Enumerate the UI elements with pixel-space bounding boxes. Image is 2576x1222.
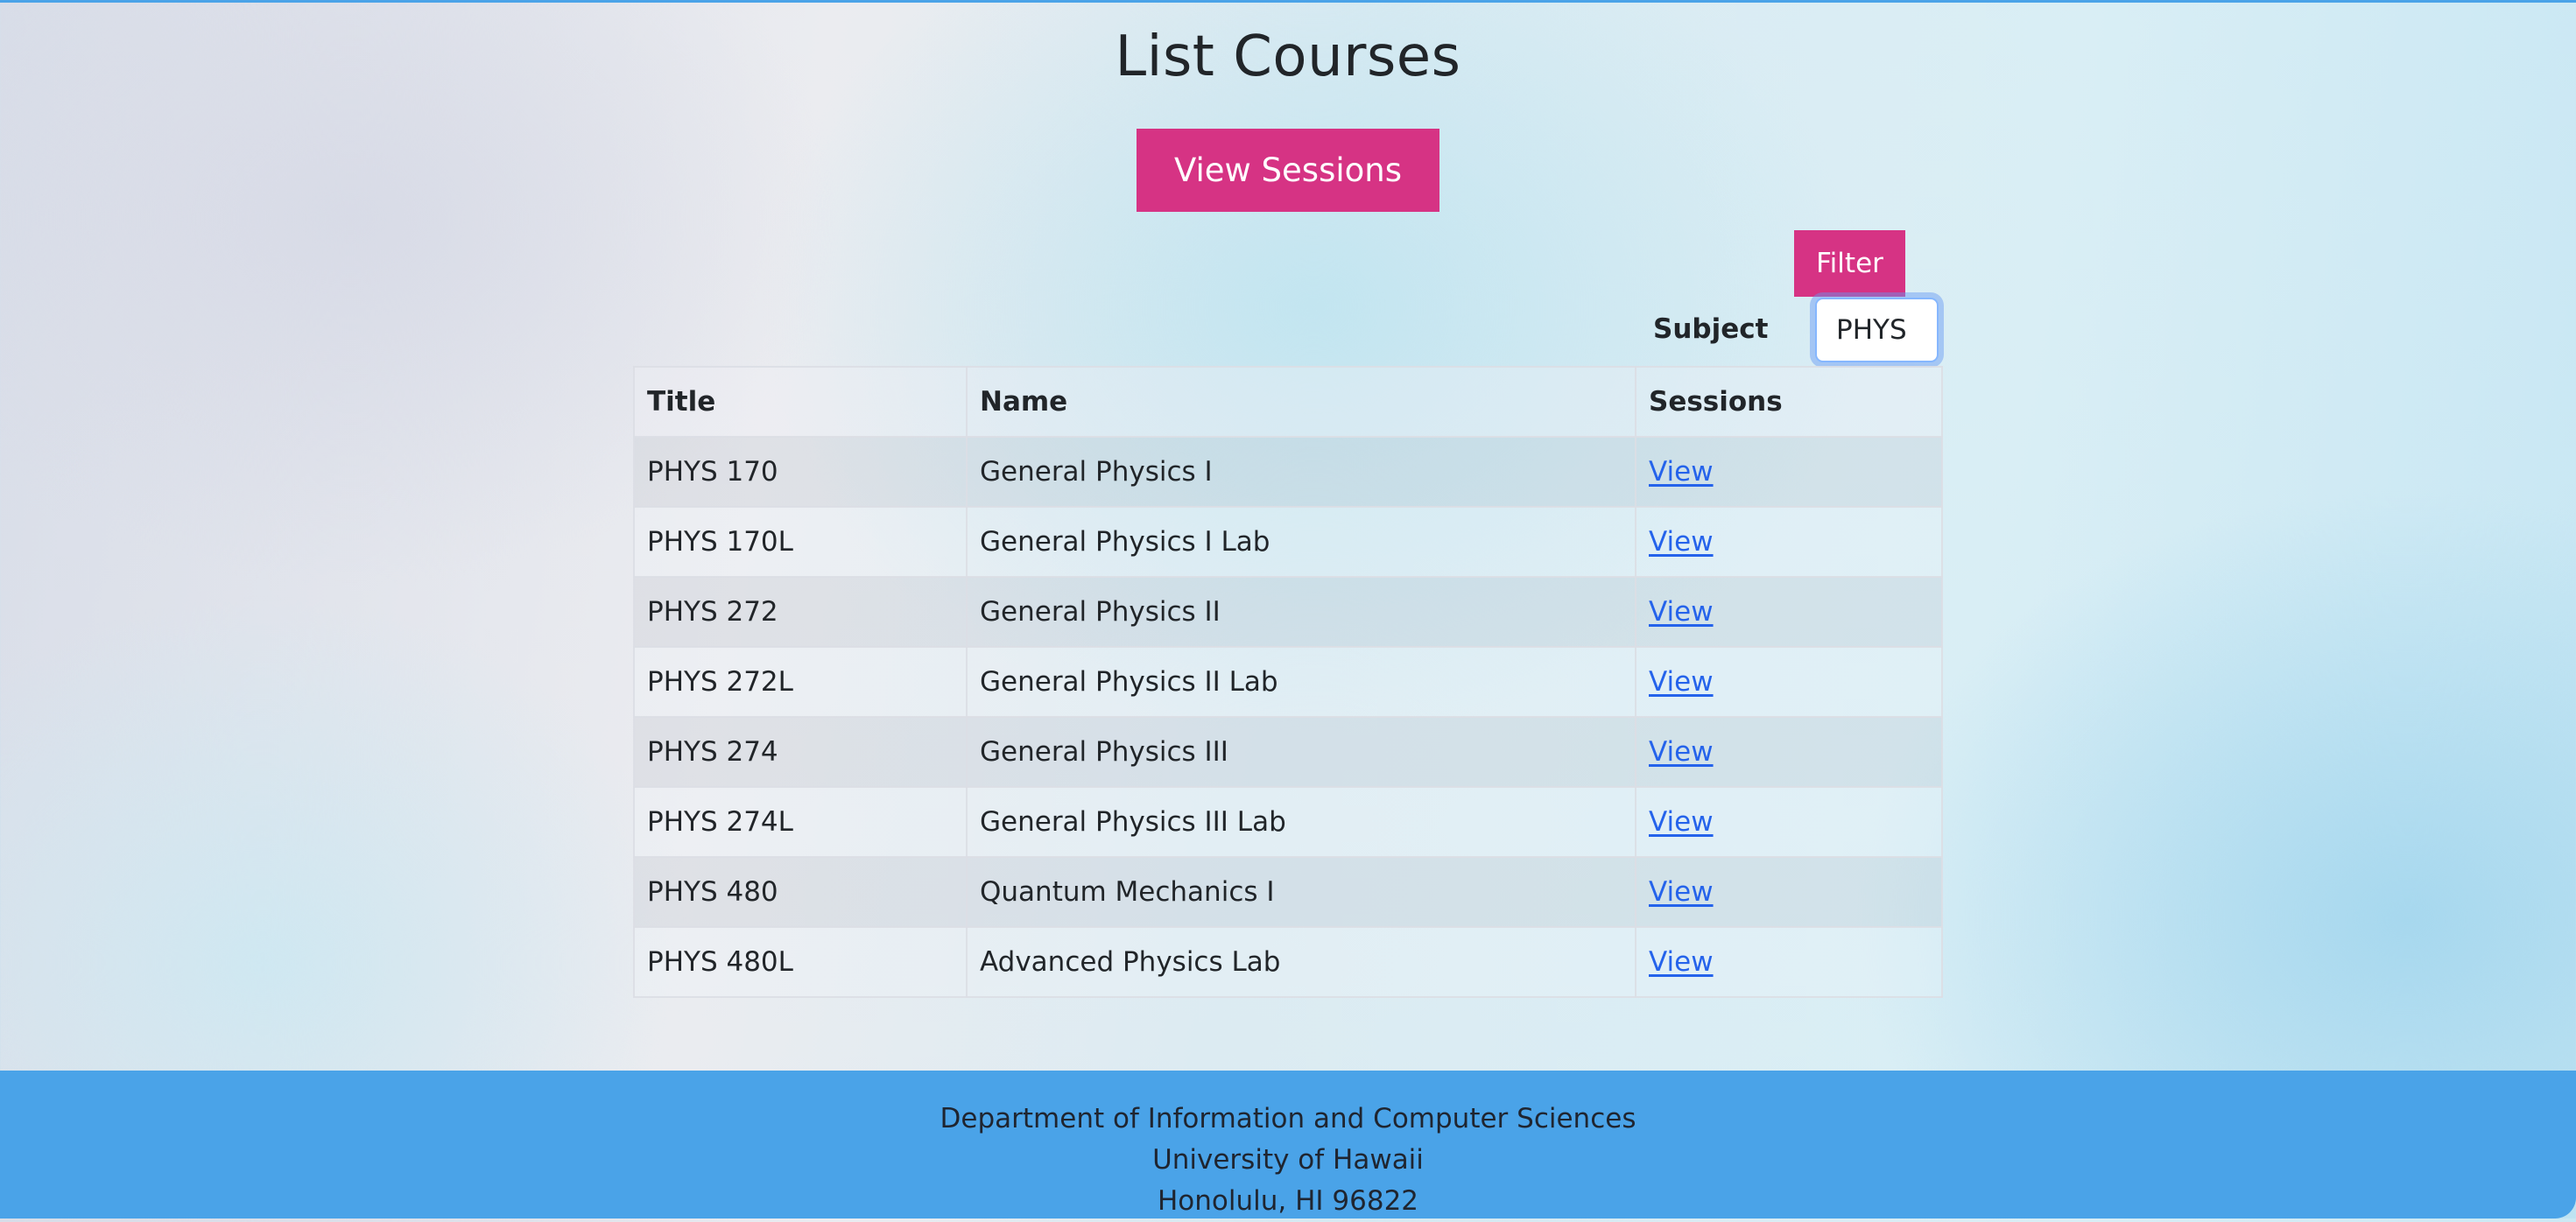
course-title: PHYS 274 <box>633 716 968 788</box>
header-sessions: Sessions <box>1635 366 1943 438</box>
course-title: PHYS 480L <box>633 926 968 998</box>
sessions-cell: View <box>1635 856 1943 928</box>
course-title: PHYS 480 <box>633 856 968 928</box>
footer-university: University of Hawaii <box>1152 1144 1424 1176</box>
table-header-row: Title Name Sessions <box>633 366 1943 438</box>
table-row: PHYS 480L Advanced Physics Lab View <box>633 926 1943 998</box>
view-sessions-link[interactable]: View <box>1649 736 1714 768</box>
top-border <box>0 0 2576 3</box>
filter-button[interactable]: Filter <box>1794 230 1905 297</box>
view-sessions-link[interactable]: View <box>1649 876 1714 908</box>
sessions-cell: View <box>1635 716 1943 788</box>
footer: Department of Information and Computer S… <box>0 1071 2576 1218</box>
footer-address: Honolulu, HI 96822 <box>1157 1185 1419 1217</box>
subject-input[interactable] <box>1815 298 1939 362</box>
table-row: PHYS 272 General Physics II View <box>633 576 1943 648</box>
sessions-cell: View <box>1635 506 1943 578</box>
course-name: Quantum Mechanics I <box>966 856 1636 928</box>
view-sessions-link[interactable]: View <box>1649 806 1714 838</box>
course-name: General Physics II <box>966 576 1636 648</box>
view-sessions-link[interactable]: View <box>1649 666 1714 698</box>
table-row: PHYS 170L General Physics I Lab View <box>633 506 1943 578</box>
course-title: PHYS 170L <box>633 506 968 578</box>
table-row: PHYS 274 General Physics III View <box>633 716 1943 788</box>
sessions-cell: View <box>1635 926 1943 998</box>
header-title: Title <box>633 366 968 438</box>
course-name: Advanced Physics Lab <box>966 926 1636 998</box>
sessions-cell: View <box>1635 576 1943 648</box>
courses-table: Title Name Sessions PHYS 170 General Phy… <box>633 366 1943 998</box>
view-sessions-button[interactable]: View Sessions <box>1137 129 1439 212</box>
course-title: PHYS 272 <box>633 576 968 648</box>
subject-label: Subject <box>1653 313 1769 345</box>
course-name: General Physics III <box>966 716 1636 788</box>
sessions-cell: View <box>1635 786 1943 858</box>
view-sessions-link[interactable]: View <box>1649 596 1714 628</box>
course-title: PHYS 170 <box>633 436 968 508</box>
table-row: PHYS 272L General Physics II Lab View <box>633 646 1943 718</box>
course-name: General Physics I <box>966 436 1636 508</box>
footer-department: Department of Information and Computer S… <box>940 1103 1636 1134</box>
course-title: PHYS 272L <box>633 646 968 718</box>
table-row: PHYS 480 Quantum Mechanics I View <box>633 856 1943 928</box>
view-sessions-link[interactable]: View <box>1649 456 1714 488</box>
sessions-cell: View <box>1635 436 1943 508</box>
view-sessions-link[interactable]: View <box>1649 526 1714 558</box>
table-row: PHYS 170 General Physics I View <box>633 436 1943 508</box>
table-row: PHYS 274L General Physics III Lab View <box>633 786 1943 858</box>
course-name: General Physics III Lab <box>966 786 1636 858</box>
page-title: List Courses <box>1115 25 1461 89</box>
course-name: General Physics I Lab <box>966 506 1636 578</box>
course-name: General Physics II Lab <box>966 646 1636 718</box>
course-title: PHYS 274L <box>633 786 968 858</box>
view-sessions-link[interactable]: View <box>1649 946 1714 978</box>
sessions-cell: View <box>1635 646 1943 718</box>
header-name: Name <box>966 366 1636 438</box>
